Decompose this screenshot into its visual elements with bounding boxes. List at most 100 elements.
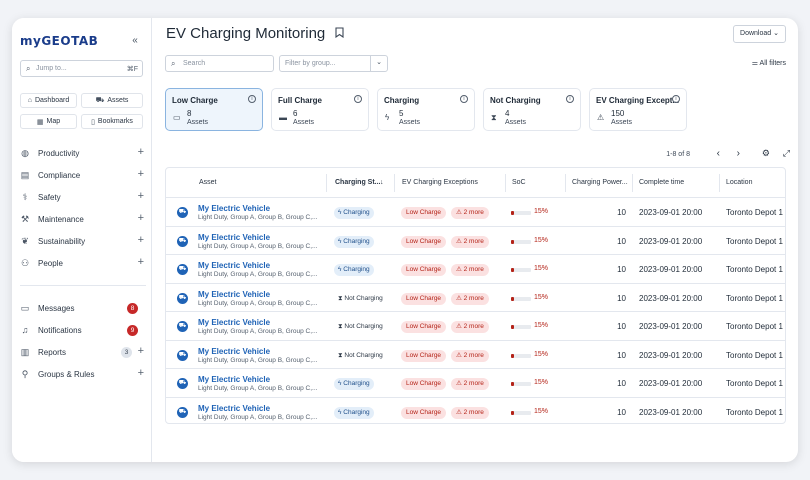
- search-input[interactable]: ⌕ Search: [165, 55, 274, 72]
- info-icon[interactable]: i: [672, 95, 680, 103]
- exception-badge: Low Charge: [401, 207, 447, 219]
- expand-icon[interactable]: +: [138, 345, 144, 357]
- column-asset[interactable]: Asset: [199, 179, 217, 186]
- download-button[interactable]: Download ⌄: [733, 25, 786, 43]
- expand-icon[interactable]: +: [138, 190, 144, 202]
- more-exceptions-badge[interactable]: ⚠ 2 more: [451, 321, 489, 333]
- card-unit: Assets: [187, 119, 209, 126]
- table-row[interactable]: ⛟ My Electric Vehicle Light Duty, Group …: [166, 255, 785, 284]
- table-row[interactable]: ⛟ My Electric Vehicle Light Duty, Group …: [166, 369, 785, 398]
- asset-name-link[interactable]: My Electric Vehicle: [198, 318, 270, 327]
- expand-icon[interactable]: +: [138, 212, 144, 224]
- sidebar-item-maintenance[interactable]: ⚒ Maintenance +: [20, 211, 146, 227]
- warning-icon: ⚠: [456, 351, 462, 359]
- reports-badge: 3: [121, 347, 132, 358]
- leaf-icon: ❦: [21, 235, 29, 246]
- sidebar-item-notifications[interactable]: ♫ Notifications 9: [20, 322, 146, 338]
- column-complete-time[interactable]: Complete time: [639, 179, 684, 186]
- map-button[interactable]: ▦ Map: [20, 114, 77, 129]
- column-charging-power[interactable]: Charging Power...: [572, 179, 628, 186]
- column-divider[interactable]: [632, 174, 633, 192]
- table-row[interactable]: ⛟ My Electric Vehicle Light Duty, Group …: [166, 312, 785, 341]
- sidebar-item-productivity[interactable]: ◍ Productivity +: [20, 145, 146, 161]
- column-location[interactable]: Location: [726, 179, 752, 186]
- more-exceptions-badge[interactable]: ⚠ 2 more: [451, 349, 489, 362]
- expand-icon[interactable]: +: [138, 256, 144, 268]
- more-exceptions-badge[interactable]: ⚠ 2 more: [451, 378, 489, 390]
- table-row[interactable]: ⛟ My Electric Vehicle Light Duty, Group …: [166, 198, 785, 227]
- asset-name-link[interactable]: My Electric Vehicle: [198, 290, 270, 299]
- charging-status-badge: ⧗ Not Charging: [334, 321, 387, 333]
- sidebar-item-safety[interactable]: ⚕ Safety +: [20, 189, 146, 205]
- expand-icon[interactable]: ⤢: [783, 148, 790, 159]
- expand-icon[interactable]: +: [138, 367, 144, 379]
- soc-value: 15%: [534, 236, 549, 244]
- warning-icon: ⚠: [456, 294, 462, 302]
- sort-down-icon[interactable]: ↓: [380, 179, 384, 186]
- exception-badge: Low Charge: [401, 264, 447, 276]
- bookmarks-button[interactable]: ▯ Bookmarks: [81, 114, 143, 129]
- card-charging[interactable]: Charging i ϟ 5 Assets: [377, 88, 475, 131]
- expand-icon[interactable]: +: [138, 168, 144, 180]
- soc-bar: [511, 296, 531, 301]
- column-divider[interactable]: [326, 174, 327, 192]
- more-exceptions-badge[interactable]: ⚠ 2 more: [451, 235, 489, 248]
- more-exceptions-badge[interactable]: ⚠ 2 more: [451, 207, 489, 219]
- column-charging-status[interactable]: Charging St...: [335, 179, 381, 186]
- bookmarks-label: Bookmarks: [97, 118, 133, 125]
- assets-button[interactable]: ⛟ Assets: [81, 93, 143, 108]
- sidebar: myGEOTAB « ⌕ Jump to... ⌘F ⌂ Dashboard ⛟…: [12, 18, 152, 462]
- column-divider[interactable]: [394, 174, 395, 192]
- collapse-sidebar-button[interactable]: «: [126, 32, 144, 50]
- sidebar-item-sustainability[interactable]: ❦ Sustainability +: [20, 233, 146, 249]
- gear-icon[interactable]: ⚙: [762, 148, 770, 159]
- more-label: 2 more: [463, 237, 484, 245]
- chevron-left-icon[interactable]: ‹: [717, 148, 720, 159]
- vehicle-icon: ⛟: [177, 406, 188, 418]
- column-ev-charging-exceptions[interactable]: EV Charging Exceptions: [402, 179, 478, 186]
- chevron-right-icon[interactable]: ›: [737, 148, 740, 159]
- card-ev-charging-exceptions[interactable]: EV Charging Except... i ⚠ 150 Assets: [589, 88, 687, 131]
- info-icon[interactable]: i: [354, 95, 362, 103]
- bookmark-page-icon[interactable]: [335, 27, 344, 41]
- card-low-charge[interactable]: Low Charge i ▭ 8 Assets: [165, 88, 263, 131]
- table-row[interactable]: ⛟ My Electric Vehicle Light Duty, Group …: [166, 284, 785, 312]
- all-filters-button[interactable]: ⚌ All filters: [752, 59, 786, 67]
- table-row[interactable]: ⛟ My Electric Vehicle Light Duty, Group …: [166, 341, 785, 369]
- more-exceptions-badge[interactable]: ⚠ 2 more: [451, 264, 489, 276]
- complete-time-value: 2023-09-01 20:00: [639, 208, 703, 217]
- asset-name-link[interactable]: My Electric Vehicle: [198, 233, 270, 242]
- info-icon[interactable]: i: [566, 95, 574, 103]
- column-divider[interactable]: [505, 174, 506, 192]
- dashboard-button[interactable]: ⌂ Dashboard: [20, 93, 77, 108]
- card-not-charging[interactable]: Not Charging i ⧗ 4 Assets: [483, 88, 581, 131]
- vehicle-icon: ⛟: [177, 349, 188, 361]
- expand-icon[interactable]: +: [138, 146, 144, 158]
- sidebar-item-reports[interactable]: ▥ Reports 3 +: [20, 344, 146, 360]
- asset-name-link[interactable]: My Electric Vehicle: [198, 347, 270, 356]
- sidebar-item-compliance[interactable]: ▤ Compliance +: [20, 167, 146, 183]
- jump-to-input[interactable]: ⌕ Jump to... ⌘F: [20, 60, 143, 77]
- group-filter-select[interactable]: Filter by group... ⌄: [279, 55, 388, 72]
- sidebar-item-people[interactable]: ⚇ People +: [20, 255, 146, 271]
- asset-name-link[interactable]: My Electric Vehicle: [198, 204, 270, 213]
- info-icon[interactable]: i: [460, 95, 468, 103]
- status-icon: ⧗: [338, 323, 343, 330]
- asset-name-link[interactable]: My Electric Vehicle: [198, 261, 270, 270]
- asset-name-link[interactable]: My Electric Vehicle: [198, 404, 270, 413]
- asset-name-link[interactable]: My Electric Vehicle: [198, 375, 270, 384]
- more-exceptions-badge[interactable]: ⚠ 2 more: [451, 292, 489, 305]
- card-full-charge[interactable]: Full Charge i ▬ 6 Assets: [271, 88, 369, 131]
- table-row[interactable]: ⛟ My Electric Vehicle Light Duty, Group …: [166, 398, 785, 424]
- column-divider[interactable]: [719, 174, 720, 192]
- soc-value: 15%: [534, 322, 549, 329]
- chevron-down-icon[interactable]: ⌄: [370, 56, 387, 71]
- column-soc[interactable]: SoC: [512, 179, 526, 186]
- expand-icon[interactable]: +: [138, 234, 144, 246]
- column-divider[interactable]: [565, 174, 566, 192]
- table-row[interactable]: ⛟ My Electric Vehicle Light Duty, Group …: [166, 227, 785, 255]
- sidebar-item-messages[interactable]: ▭ Messages 8: [20, 300, 146, 316]
- info-icon[interactable]: i: [248, 95, 256, 103]
- sidebar-item-groups-rules[interactable]: ⚲ Groups & Rules +: [20, 366, 146, 382]
- more-exceptions-badge[interactable]: ⚠ 2 more: [451, 406, 489, 419]
